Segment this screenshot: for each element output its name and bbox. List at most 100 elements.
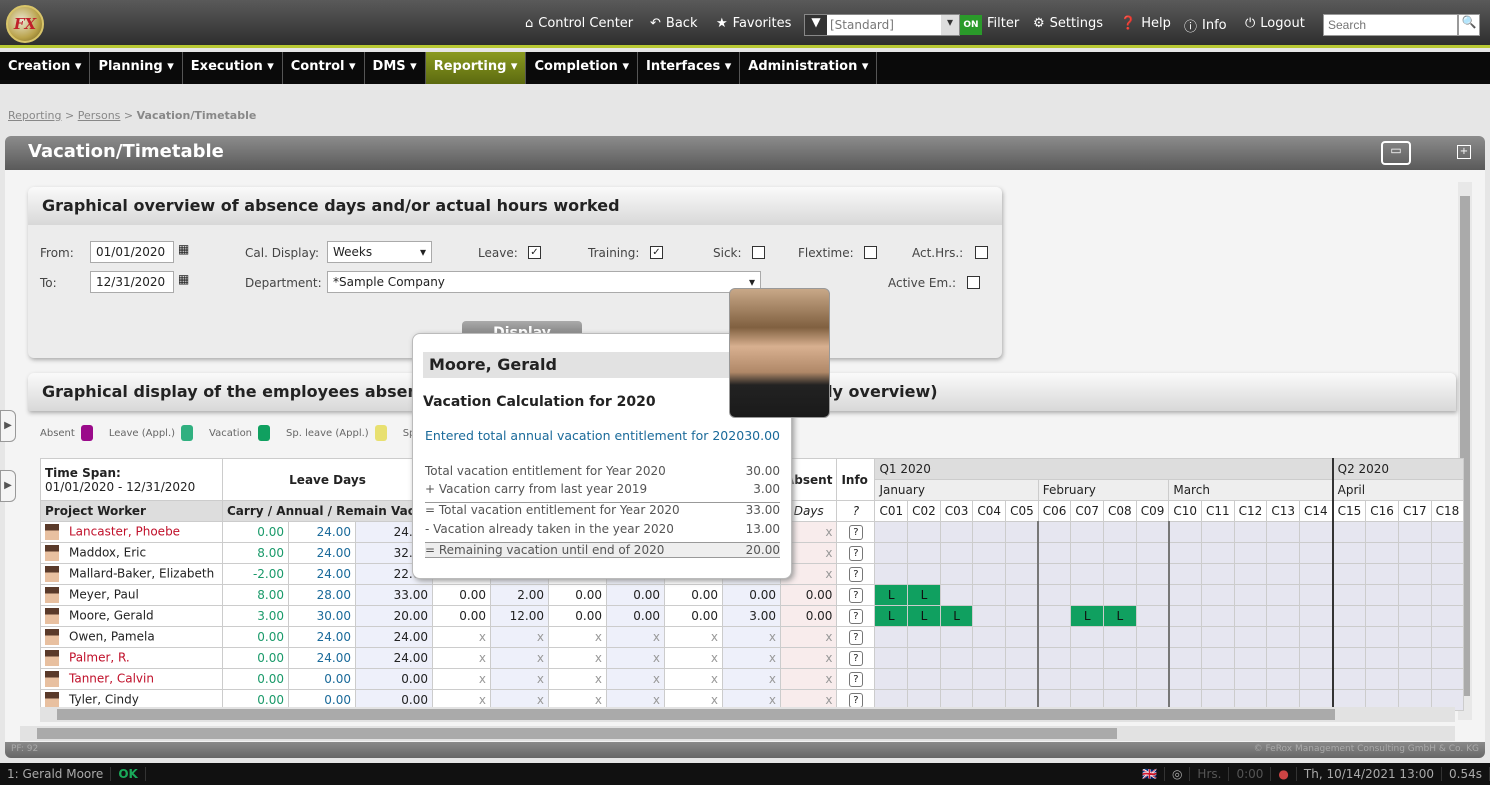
from-date-input[interactable]: 01/01/2020 — [90, 241, 174, 263]
horizontal-scrollbar[interactable] — [40, 707, 1455, 722]
info-link[interactable]: ⓘ Info — [1184, 16, 1227, 35]
cell: 0.00 — [606, 605, 665, 627]
horizontal-scrollbar[interactable] — [20, 726, 1455, 741]
cell: x — [548, 647, 607, 669]
week-cell — [1397, 626, 1432, 648]
menu-item[interactable]: DMS ▾ — [365, 52, 426, 84]
row-label: - Vacation already taken in the year 202… — [425, 522, 674, 536]
worker-name[interactable]: Maddox, Eric — [69, 546, 146, 560]
avatar — [45, 650, 59, 666]
scroll-thumb[interactable] — [57, 709, 1335, 720]
cell: 0.00 — [548, 605, 607, 627]
act-hrs-checkbox[interactable] — [975, 246, 988, 259]
worker-name[interactable]: Lancaster, Phoebe — [69, 525, 180, 539]
info-button[interactable]: ? — [848, 609, 863, 624]
leave-checkbox[interactable]: ✓ — [528, 246, 541, 259]
avatar — [45, 587, 59, 603]
menu-item[interactable]: Completion ▾ — [526, 52, 638, 84]
cell: 0.00 — [222, 668, 289, 690]
menu-item[interactable]: Execution ▾ — [183, 52, 283, 84]
calendar-icon[interactable]: ▦ — [178, 272, 189, 286]
filter-select[interactable]: ▼ [Standard] ▾ — [804, 14, 960, 36]
info-button[interactable]: ? — [848, 567, 863, 582]
search-input[interactable] — [1323, 14, 1458, 36]
week-cell — [1298, 584, 1334, 606]
training-checkbox[interactable]: ✓ — [650, 246, 663, 259]
menu-item[interactable]: Interfaces ▾ — [638, 52, 741, 84]
breadcrumb-persons[interactable]: Persons — [78, 109, 121, 122]
week-cell — [1037, 605, 1072, 627]
menu-item[interactable]: Planning ▾ — [90, 52, 183, 84]
menu-item[interactable]: Reporting ▾ — [425, 52, 527, 84]
favorites-link[interactable]: ★ Favorites — [716, 16, 791, 31]
search-icon[interactable]: 🔍 — [1458, 14, 1480, 36]
filter-link[interactable]: Filter — [987, 16, 1019, 31]
week-cell — [1201, 626, 1235, 648]
week-cell — [939, 626, 974, 648]
info-button[interactable]: ? — [848, 525, 863, 540]
worker-name[interactable]: Palmer, R. — [69, 651, 130, 665]
worker-cell[interactable]: Maddox, Eric — [40, 542, 223, 564]
help-icon: ❓ — [1120, 16, 1137, 31]
settings-link[interactable]: ⚙ Settings — [1033, 16, 1103, 31]
control-center-link[interactable]: ⌂ Control Center — [525, 16, 633, 31]
worker-cell[interactable]: Lancaster, Phoebe — [40, 521, 223, 543]
menu-item[interactable]: Administration ▾ — [740, 52, 878, 84]
info-button[interactable]: ? — [848, 630, 863, 645]
to-date-input[interactable]: 12/31/2020 — [90, 271, 174, 293]
back-link[interactable]: ↶ Back — [650, 16, 697, 31]
worker-cell[interactable]: Tanner, Calvin — [40, 668, 223, 690]
worker-name[interactable]: Mallard-Baker, Elizabeth — [69, 567, 214, 581]
breadcrumb-reporting[interactable]: Reporting — [8, 109, 61, 122]
help-link[interactable]: ❓ Help — [1120, 16, 1171, 31]
uk-flag-icon[interactable]: 🇬🇧 — [1135, 767, 1165, 781]
logout-link[interactable]: ⏻ Logout — [1245, 16, 1305, 31]
side-expand-tab[interactable]: ▶ — [0, 410, 16, 442]
cell: x — [490, 647, 549, 669]
department-select[interactable]: *Sample Company ▾ — [327, 271, 761, 293]
active-em-checkbox[interactable] — [967, 276, 980, 289]
side-expand-tab[interactable]: ▶ — [0, 470, 16, 502]
chevron-down-icon: ▾ — [419, 245, 426, 259]
scroll-thumb[interactable] — [37, 728, 1117, 739]
worker-name[interactable]: Meyer, Paul — [69, 588, 139, 602]
sick-checkbox[interactable] — [752, 246, 765, 259]
filter-on-toggle[interactable]: ON — [960, 15, 982, 35]
info-button[interactable]: ? — [848, 546, 863, 561]
worker-cell[interactable]: Palmer, R. — [40, 647, 223, 669]
info-button[interactable]: ? — [848, 693, 863, 708]
worker-cell[interactable]: Mallard-Baker, Elizabeth — [40, 563, 223, 585]
expand-icon[interactable]: + — [1457, 145, 1471, 159]
info-button[interactable]: ? — [848, 651, 863, 666]
worker-name[interactable]: Owen, Pamela — [69, 630, 155, 644]
week-cell — [1430, 647, 1465, 669]
flextime-checkbox[interactable] — [864, 246, 877, 259]
entered-entitlement-row: Entered total annual vacation entitlemen… — [425, 428, 780, 443]
menu-item[interactable]: Control ▾ — [283, 52, 365, 84]
cell: 0.00 — [664, 605, 723, 627]
color-wheel-icon[interactable]: ◎ — [1165, 767, 1191, 781]
week-cell — [1365, 563, 1399, 585]
menu-item[interactable]: Creation ▾ — [0, 52, 91, 84]
worker-cell[interactable]: Meyer, Paul — [40, 584, 223, 606]
row-label: Total vacation entitlement for Year 2020 — [425, 464, 666, 478]
worker-name[interactable]: Tanner, Calvin — [69, 672, 154, 686]
cell: 24.00 — [288, 626, 356, 648]
worker-name[interactable]: Moore, Gerald — [69, 609, 154, 623]
cell: 0.00 — [222, 626, 289, 648]
gear-icon: ⚙ — [1033, 16, 1045, 31]
info-button[interactable]: ? — [848, 588, 863, 603]
calc-row: + Vacation carry from last year 2019 3.00 — [425, 482, 780, 496]
cell: x — [779, 647, 838, 669]
presentation-icon[interactable]: ▭ — [1381, 141, 1411, 165]
worker-name[interactable]: Tyler, Cindy — [69, 693, 139, 707]
ferox-logo[interactable]: FX — [6, 5, 44, 43]
worker-cell[interactable]: Owen, Pamela — [40, 626, 223, 648]
info-label: Info — [1202, 18, 1227, 33]
info-button[interactable]: ? — [848, 672, 863, 687]
calendar-icon[interactable]: ▦ — [178, 242, 189, 256]
week-cell — [1168, 647, 1202, 669]
worker-cell[interactable]: Moore, Gerald — [40, 605, 223, 627]
cell: x — [779, 626, 838, 648]
cal-display-select[interactable]: Weeks ▾ — [327, 241, 432, 263]
